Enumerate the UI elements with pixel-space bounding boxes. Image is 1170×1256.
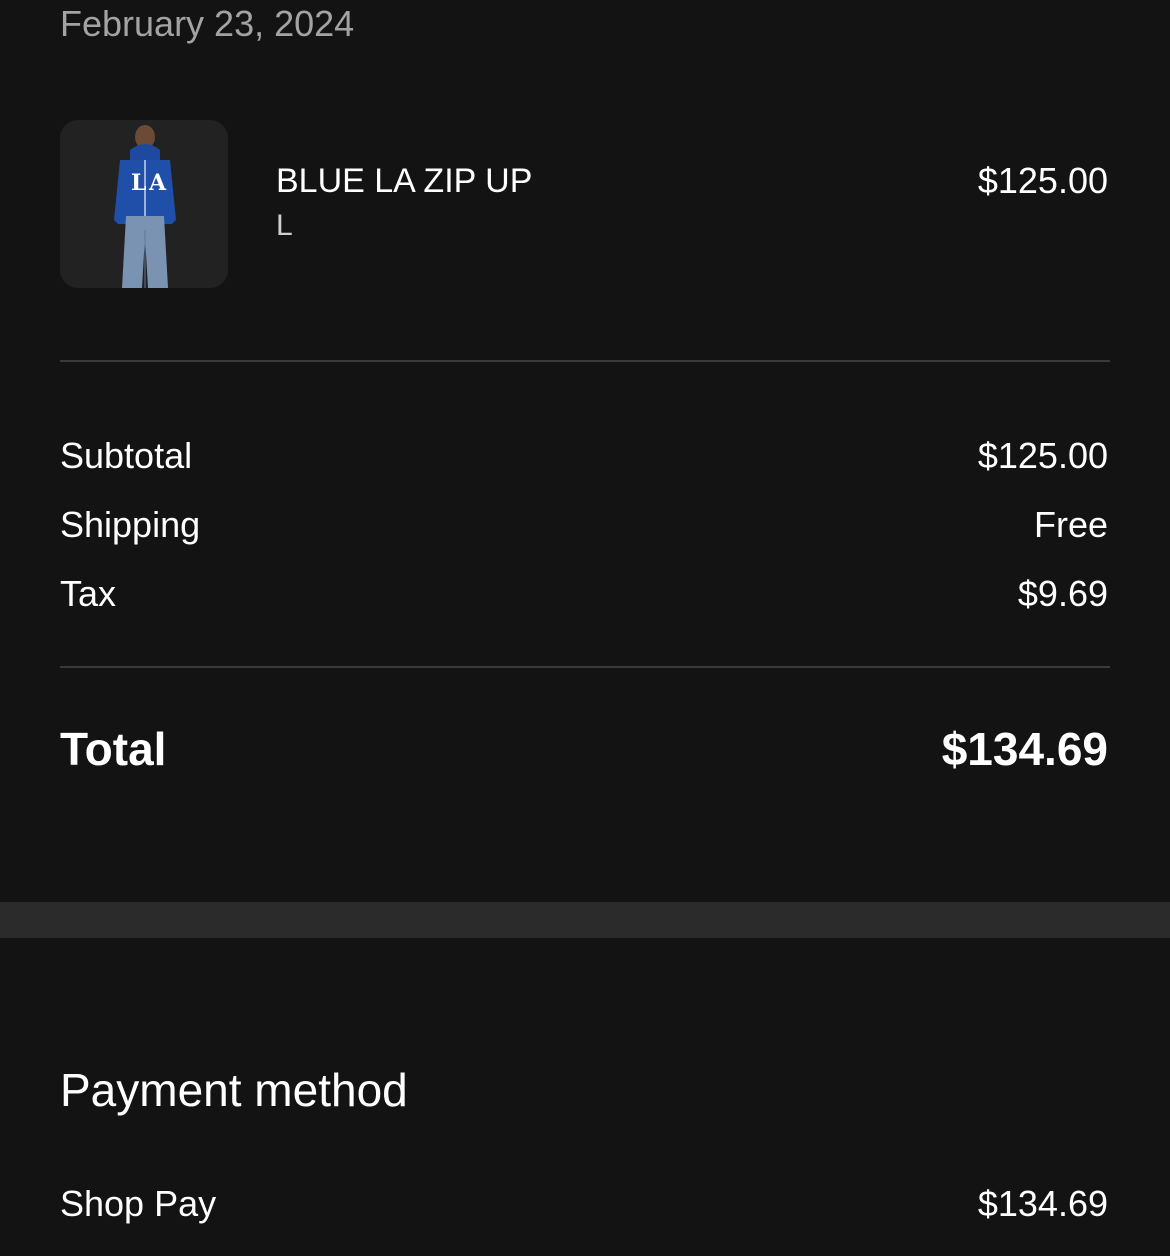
tax-label: Tax: [60, 573, 117, 614]
total-label: Total: [60, 723, 167, 775]
total-row: Total $134.69: [60, 720, 1108, 778]
payment-method-row: Shop Pay $134.69: [60, 1182, 1108, 1226]
total-value: $134.69: [941, 723, 1108, 775]
order-date: February 23, 2024: [60, 3, 355, 44]
svg-text:L: L: [131, 170, 146, 196]
shipping-label: Shipping: [60, 504, 201, 545]
subtotal-value: $125.00: [977, 435, 1108, 476]
product-name: BLUE LA ZIP UP: [276, 162, 533, 200]
product-price: $125.00: [977, 160, 1108, 201]
shipping-row: Shipping Free: [60, 503, 1108, 547]
payment-method-heading: Payment method: [60, 1064, 408, 1116]
shipping-value: Free: [1033, 504, 1108, 545]
tax-value: $9.69: [1017, 573, 1108, 614]
line-item[interactable]: L A BLUE LA ZIP UP L $125.00: [60, 120, 1110, 288]
product-photo-icon: L A: [60, 120, 228, 288]
payment-method-name: Shop Pay: [60, 1183, 217, 1224]
payment-amount: $134.69: [977, 1183, 1108, 1224]
svg-text:A: A: [148, 170, 167, 196]
subtotal-row: Subtotal $125.00: [60, 434, 1108, 478]
divider: [60, 666, 1110, 668]
product-variant: L: [276, 209, 293, 242]
subtotal-label: Subtotal: [60, 435, 193, 476]
tax-row: Tax $9.69: [60, 572, 1108, 616]
section-separator: [0, 902, 1170, 938]
product-thumbnail: L A: [60, 120, 228, 288]
order-summary-page: February 23, 2024 L A BLUE LA ZIP UP L $…: [0, 0, 1170, 1256]
divider: [60, 360, 1110, 362]
